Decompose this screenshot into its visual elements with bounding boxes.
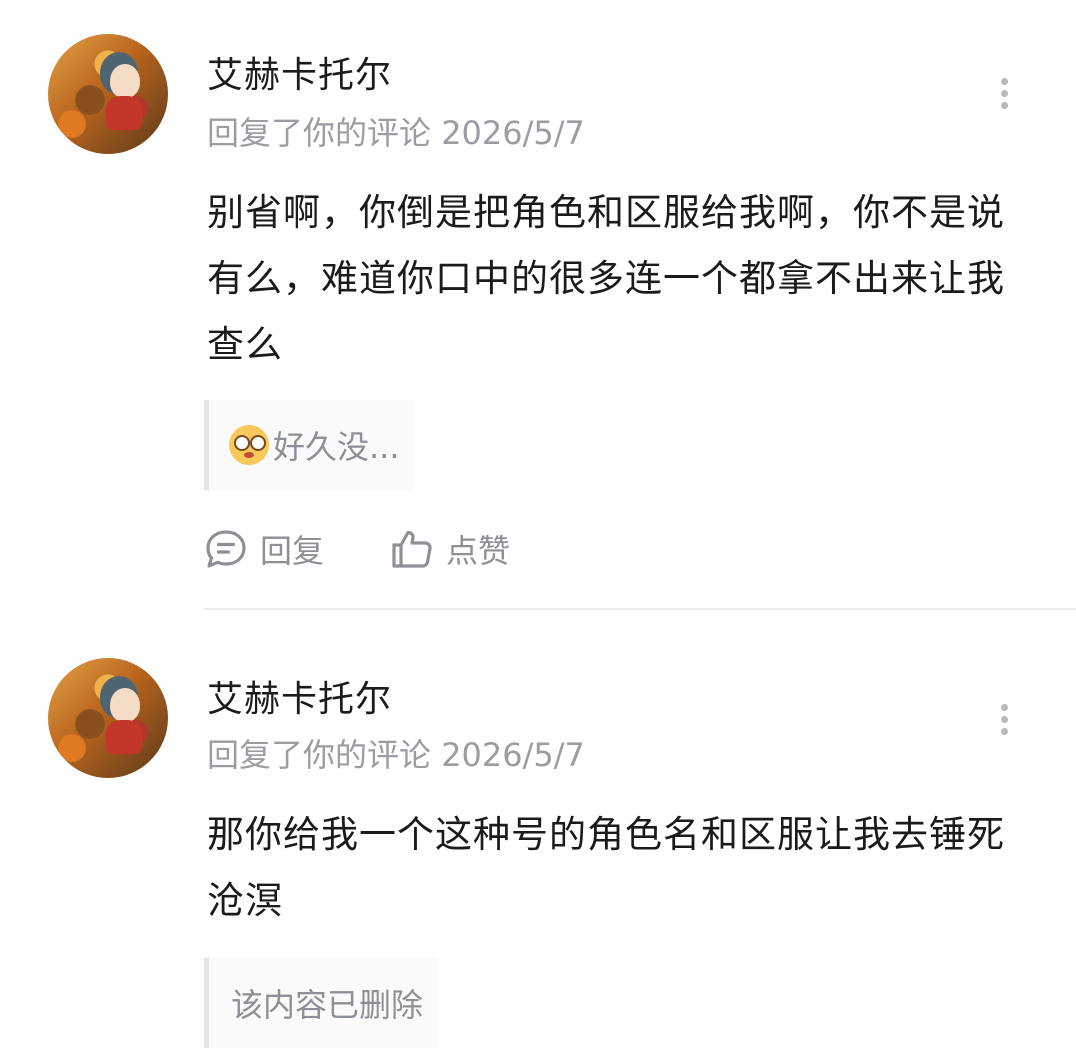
quoted-text: 好久没... [273,428,400,466]
comment-date: 2026/5/7 [441,736,585,774]
comment-meta: 回复了你的评论 2026/5/7 [207,730,585,776]
comment-body: 那你给我一个这种号的角色名和区服让我去锤死沧溟 [207,813,1005,922]
username[interactable]: 艾赫卡托尔 [207,46,392,98]
username[interactable]: 艾赫卡托尔 [207,670,392,722]
dizzy-face-emoji-icon [229,425,269,465]
comment-card: 艾赫卡托尔 回复了你的评论 2026/5/7 那你给我一个这种号的角色名和区服让… [0,610,1076,1056]
like-button[interactable]: 点赞 [390,526,510,572]
like-label: 点赞 [446,532,511,570]
comment-actions: 回复 点赞 [204,526,604,572]
avatar-figure [106,720,142,754]
comment-date: 2026/5/7 [441,114,585,152]
username-text: 艾赫卡托尔 [207,55,393,96]
action-text: 回复了你的评论 [207,736,432,774]
quoted-comment[interactable]: 好久没... [204,400,414,490]
action-text: 回复了你的评论 [207,114,432,152]
username-text: 艾赫卡托尔 [207,679,393,720]
reply-button[interactable]: 回复 [204,526,324,572]
comment-card: 艾赫卡托尔 回复了你的评论 2026/5/7 别省啊，你倒是把角色和区服给我啊，… [0,0,1076,610]
avatar-figure [106,96,142,130]
avatar-face [110,688,140,722]
avatar-face [110,64,140,98]
more-vertical-icon[interactable] [998,74,1010,114]
comment-meta: 回复了你的评论 2026/5/7 [207,108,585,154]
quoted-comment[interactable]: 该内容已删除 [204,958,438,1048]
quoted-text: 该内容已删除 [231,986,424,1024]
thumbs-up-icon [392,530,432,568]
avatar[interactable] [48,34,168,154]
notification-page: 艾赫卡托尔 回复了你的评论 2026/5/7 别省啊，你倒是把角色和区服给我啊，… [0,0,1076,1056]
chat-bubble-icon [206,530,246,568]
avatar[interactable] [48,658,168,778]
comment-body: 别省啊，你倒是把角色和区服给我啊，你不是说有么，难道你口中的很多连一个都拿不出来… [207,191,1005,366]
reply-label: 回复 [260,532,325,570]
more-vertical-icon[interactable] [998,700,1010,740]
